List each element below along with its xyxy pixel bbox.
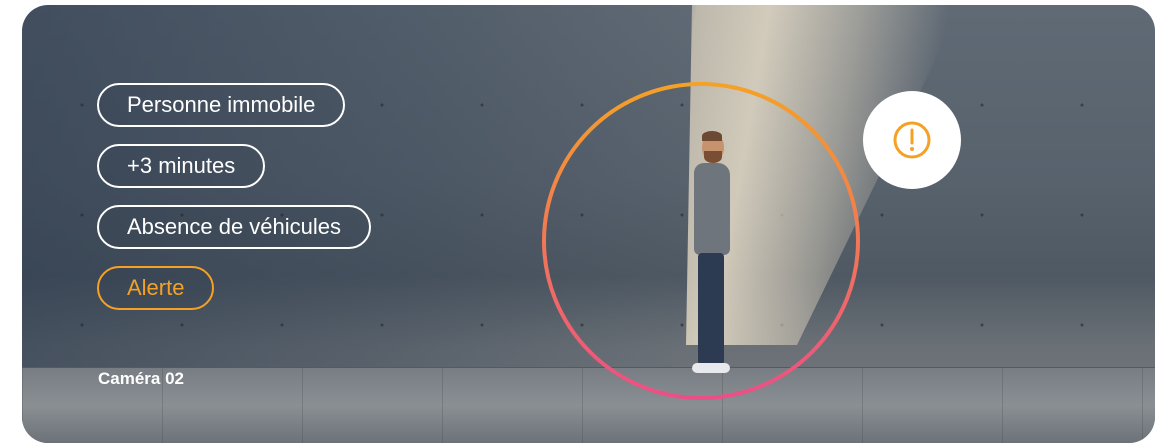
tag-personne-immobile: Personne immobile <box>97 83 346 127</box>
tag-duration: +3 minutes <box>97 144 266 188</box>
exclamation-circle-icon <box>893 121 931 159</box>
tag-alerte: Alerte <box>97 266 215 310</box>
tag-absence-vehicules: Absence de véhicules <box>97 205 372 249</box>
alert-badge <box>863 91 961 189</box>
camera-feed-card: Personne immobile +3 minutes Absence de … <box>22 5 1155 443</box>
camera-label: Caméra 02 <box>98 369 185 388</box>
